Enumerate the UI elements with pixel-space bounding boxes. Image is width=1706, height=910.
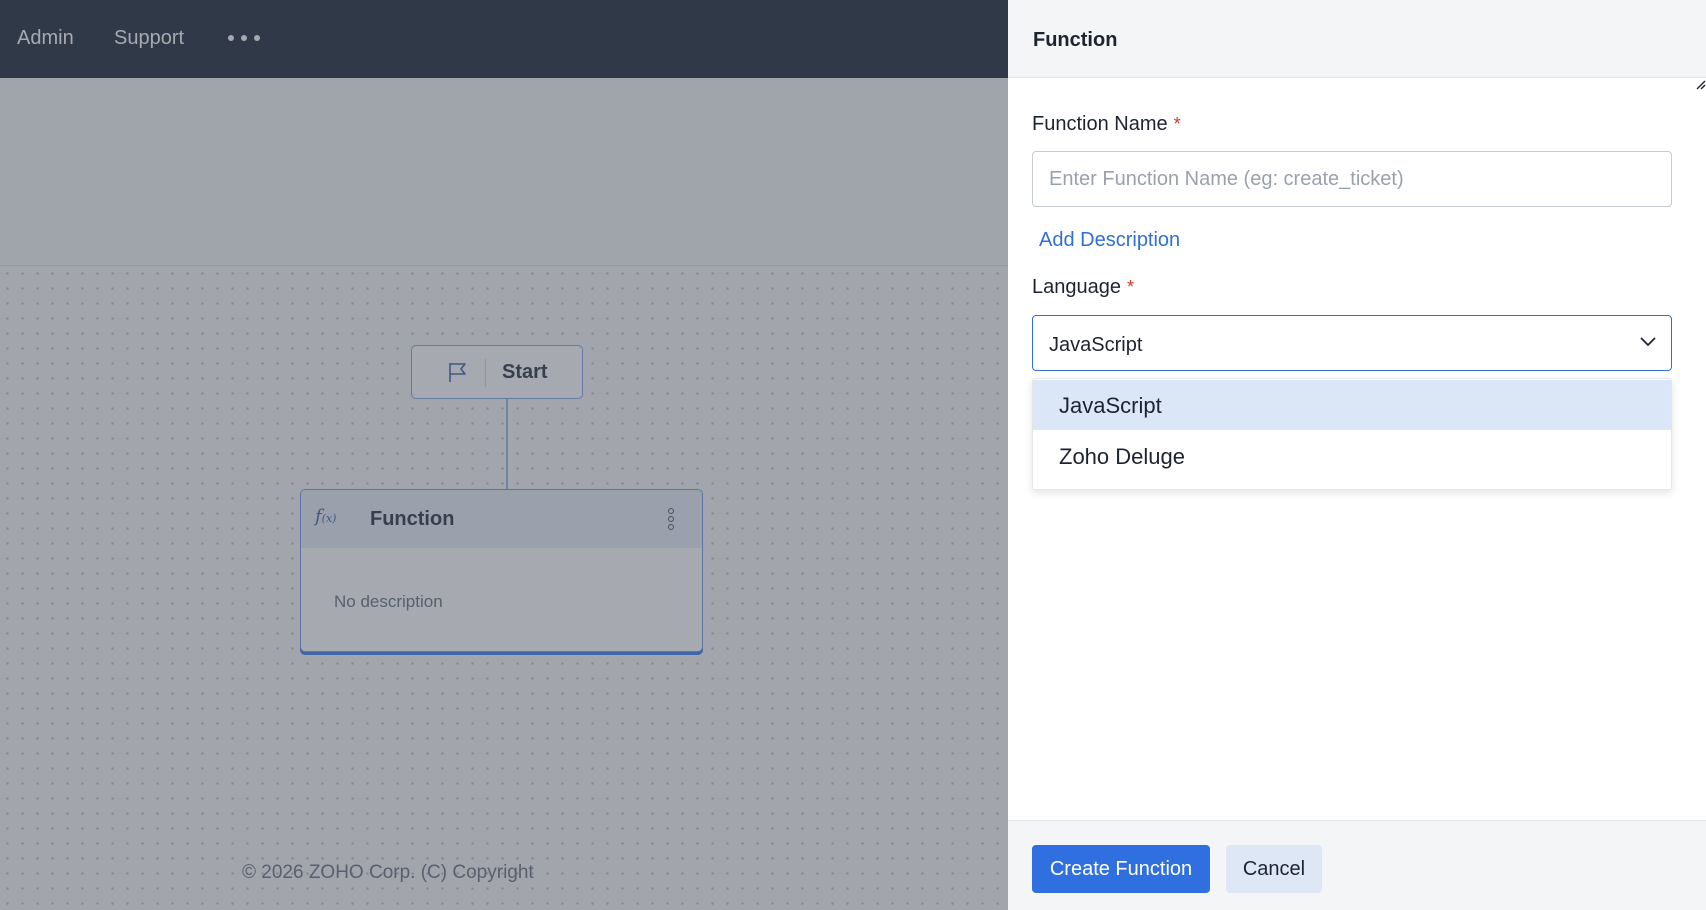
add-description-link[interactable]: Add Description [1039,229,1180,252]
resize-handle-icon[interactable] [1694,78,1706,90]
language-selected-value: JavaScript [1049,334,1143,356]
language-select[interactable]: JavaScript [1032,315,1672,371]
chevron-down-icon [1640,337,1656,347]
create-function-button[interactable]: Create Function [1032,845,1210,893]
language-option-javascript[interactable]: JavaScript [1033,380,1671,430]
panel-footer: Create Function Cancel [1008,820,1706,910]
function-side-panel: Function Function Name* Add Description … [1008,0,1706,910]
function-name-input[interactable] [1032,151,1672,207]
function-name-label: Function Name * [1032,113,1181,135]
language-dropdown-menu: JavaScript Zoho Deluge [1032,378,1672,490]
panel-header: Function [1008,0,1706,78]
required-mark: * [1126,277,1134,297]
language-option-zoho-deluge[interactable]: Zoho Deluge [1033,431,1671,481]
cancel-button[interactable]: Cancel [1226,845,1322,893]
panel-title: Function [1033,29,1118,51]
language-label: Language * [1032,276,1134,298]
required-mark: * [1173,114,1181,134]
modal-overlay[interactable] [0,0,1008,910]
